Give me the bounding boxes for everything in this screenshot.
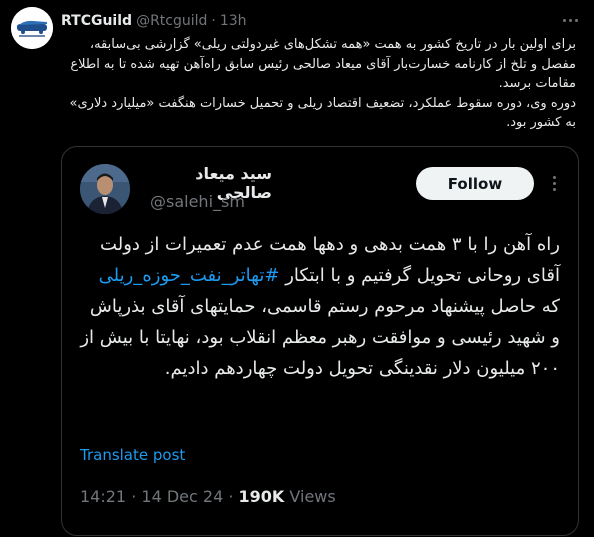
header-separator: · [211, 13, 216, 29]
more-options-icon[interactable] [560, 10, 580, 30]
post-date[interactable]: 14 Dec 24 [141, 487, 223, 506]
tweet-text: برای اولین بار در تاریخ کشور به همت «همه… [60, 35, 576, 133]
tweet-header: RTCGuild @Rtcguild · 13h [61, 11, 247, 31]
meta-dot: · [131, 487, 137, 506]
meta-dot: · [228, 487, 234, 506]
tweet-time[interactable]: 13h [220, 13, 247, 29]
tweet-meta: 14:21 · 14 Dec 24 · 190K Views [80, 487, 336, 506]
tweet-paragraph-1: برای اولین بار در تاریخ کشور به همت «همه… [70, 37, 576, 91]
post-time[interactable]: 14:21 [80, 487, 126, 506]
user-handle[interactable]: @Rtcguild [136, 13, 207, 29]
views-label: Views [289, 487, 336, 506]
hashtag-link[interactable]: #تهاتر_نفت_حوزه_ریلی [99, 265, 280, 286]
quoted-more-options-icon[interactable] [544, 173, 564, 193]
tweet-paragraph-2: دوره وی، دوره سقوط عملکرد، تضعیف اقتصاد … [69, 95, 576, 131]
display-name[interactable]: RTCGuild [61, 13, 132, 29]
views-count[interactable]: 190K [239, 487, 285, 506]
quoted-user-avatar[interactable] [80, 164, 130, 214]
quoted-tweet-card[interactable]: سید میعاد صالحی @salehi_sm Follow راه آه… [61, 146, 579, 536]
quoted-text-part-2: که حاصل پیشنهاد مرحوم رستم قاسمی، حمایته… [80, 296, 560, 379]
follow-button[interactable]: Follow [416, 167, 534, 200]
quoted-user-handle[interactable]: @salehi_sm [150, 192, 245, 211]
rtcguild-avatar[interactable] [11, 7, 53, 49]
translate-post-link[interactable]: Translate post [80, 446, 185, 464]
quoted-tweet-text: راه آهن را با ۳ همت بدهی و دهها همت عدم … [80, 229, 560, 384]
